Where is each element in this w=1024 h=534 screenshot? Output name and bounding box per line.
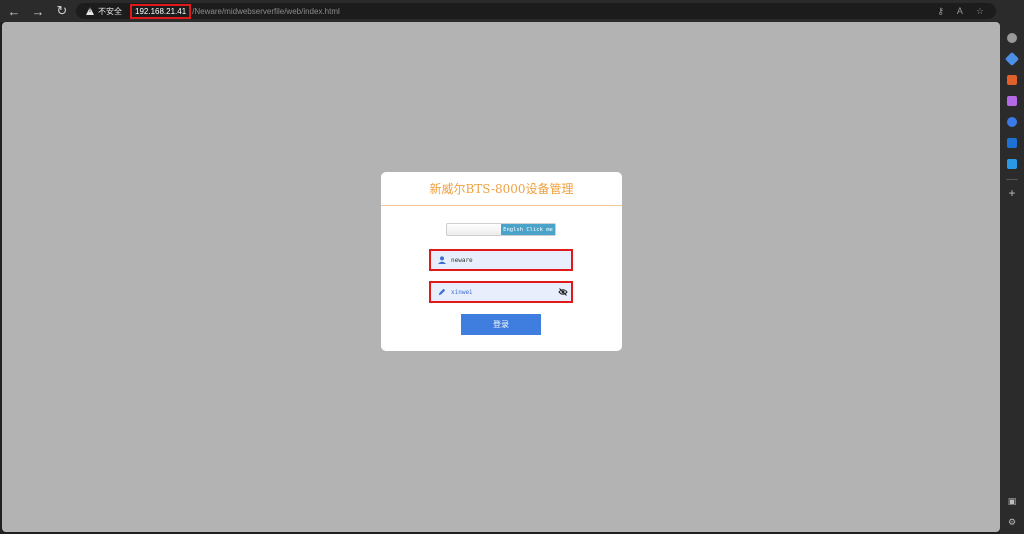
right-sidebar: + ▣ ⚙ <box>1000 22 1024 534</box>
language-toggle[interactable]: Englsh Click me <box>446 223 556 236</box>
read-aloud-icon[interactable]: A <box>957 6 963 16</box>
address-bar[interactable]: 不安全 192.168.21.41 /Neware/midwebserverfi… <box>76 3 996 19</box>
password-field[interactable] <box>429 281 573 303</box>
username-input[interactable] <box>451 256 561 264</box>
refresh-icon[interactable]: ↻ <box>52 1 72 21</box>
settings-gear-icon[interactable]: ⚙ <box>1008 517 1016 528</box>
url-path[interactable]: /Neware/midwebserverfile/web/index.html <box>192 7 340 16</box>
address-bar-icons: ⚷ A ☆ <box>937 3 984 19</box>
forward-icon[interactable]: → <box>28 1 48 21</box>
english-button[interactable]: Englsh Click me <box>501 224 555 235</box>
browser-toolbar: ← → ↻ 不安全 192.168.21.41 /Neware/midwebse… <box>0 0 1024 22</box>
username-field[interactable] <box>429 249 573 271</box>
search-icon[interactable] <box>1007 33 1017 43</box>
key-icon[interactable]: ⚷ <box>937 6 944 17</box>
security-text: 不安全 <box>98 6 122 16</box>
security-indicator[interactable]: 不安全 <box>76 6 122 17</box>
pencil-icon <box>435 288 449 296</box>
url-host[interactable]: 192.168.21.41 <box>130 3 192 19</box>
outlook-icon[interactable] <box>1007 138 1017 148</box>
login-button[interactable]: 登录 <box>461 314 541 335</box>
sidebar-divider <box>1006 179 1018 180</box>
page-viewport: 新威尔BTS-8000设备管理 Englsh Click me 登录 <box>2 22 1000 532</box>
favorite-star-icon[interactable]: ☆ <box>976 6 984 17</box>
user-icon <box>435 256 449 264</box>
send-icon[interactable] <box>1007 159 1017 169</box>
add-icon[interactable]: + <box>1008 186 1015 200</box>
warning-icon <box>86 7 94 15</box>
tag-icon[interactable] <box>1004 51 1020 67</box>
back-icon[interactable]: ← <box>4 1 24 21</box>
toolbox-icon[interactable] <box>1007 75 1017 85</box>
screen-icon[interactable]: ▣ <box>1008 496 1017 507</box>
eye-slash-icon[interactable] <box>558 287 568 297</box>
copilot-icon[interactable] <box>1007 117 1017 127</box>
games-icon[interactable] <box>1007 96 1017 106</box>
password-input[interactable] <box>451 288 561 296</box>
page-title: 新威尔BTS-8000设备管理 <box>381 172 622 206</box>
login-card: 新威尔BTS-8000设备管理 Englsh Click me 登录 <box>381 172 622 351</box>
